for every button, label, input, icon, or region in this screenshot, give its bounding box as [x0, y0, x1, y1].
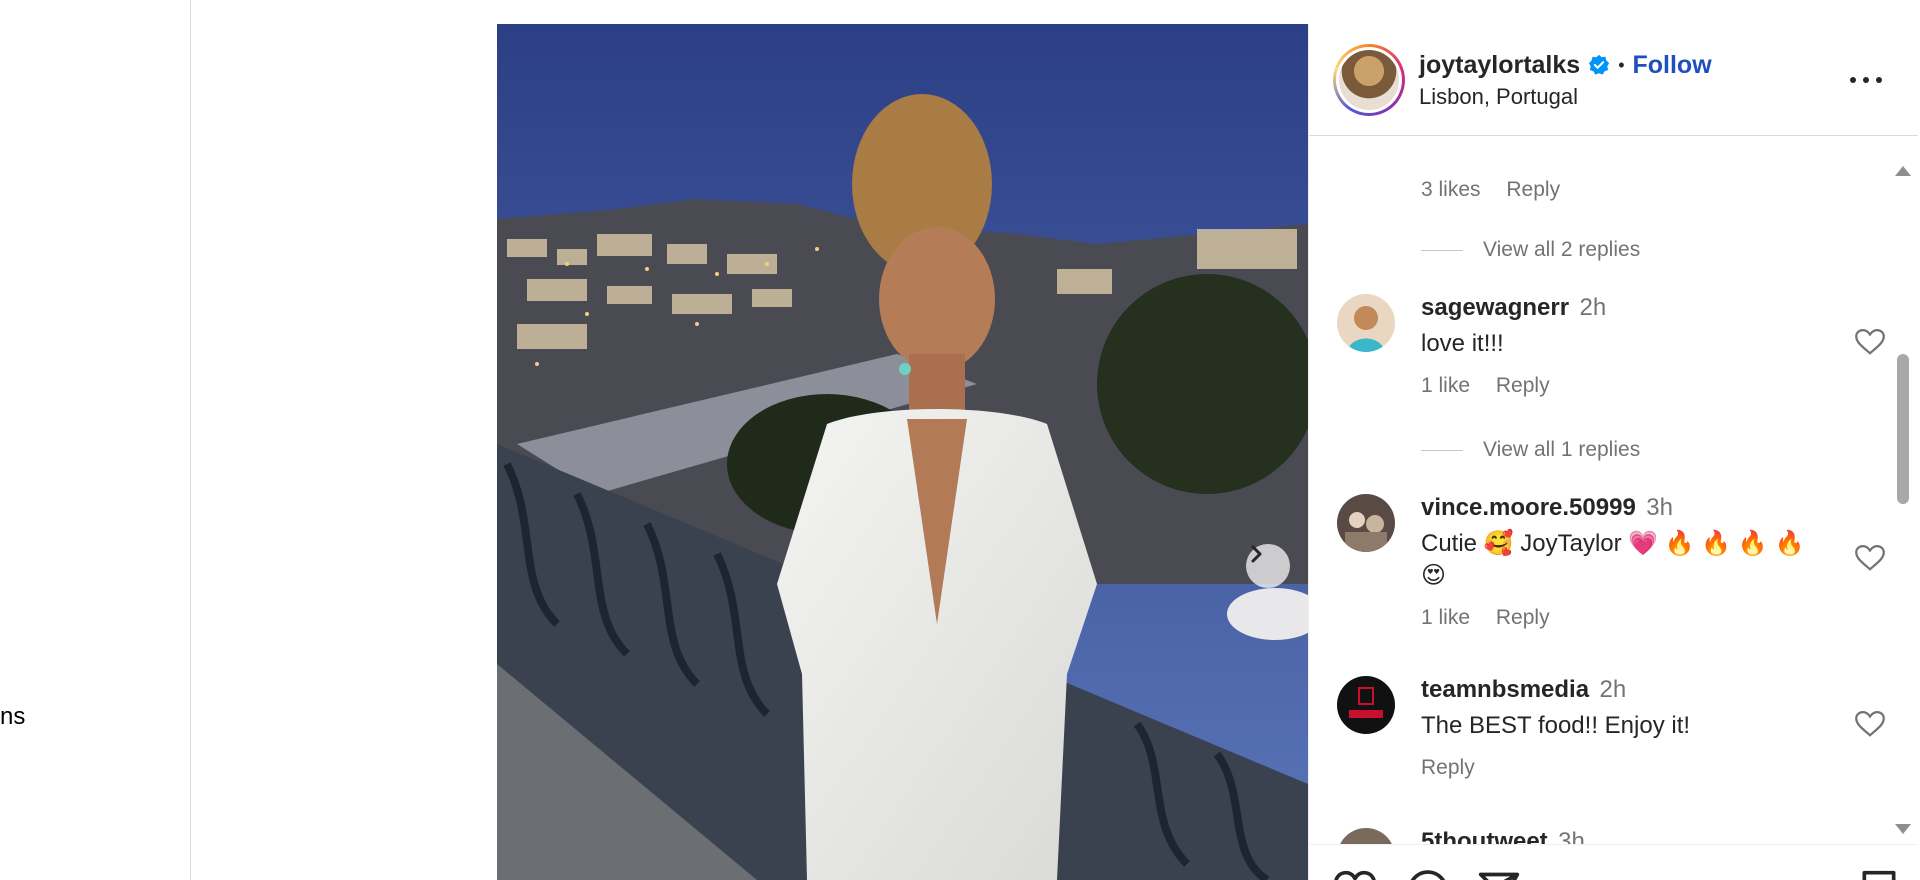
- divider-line: [1421, 249, 1463, 251]
- view-replies-label: View all 2 replies: [1483, 238, 1641, 261]
- like-count: 3 likes: [1421, 178, 1481, 201]
- comment-time[interactable]: 3h: [1646, 494, 1673, 521]
- reply-button[interactable]: Reply: [1496, 374, 1550, 397]
- view-replies-button[interactable]: View all 2 replies: [1421, 238, 1640, 262]
- photo-illustration: [497, 24, 1308, 880]
- commenter-username[interactable]: 5thoutweet: [1421, 828, 1548, 844]
- post-actions: [1309, 844, 1918, 880]
- post-sidebar: joytaylortalks • Follow Lisbon, Portugal…: [1308, 24, 1918, 880]
- comment-text: Cutie 🥰 JoyTaylor 💗 🔥 🔥 🔥 🔥 😍: [1421, 530, 1805, 589]
- verified-icon: [1589, 54, 1610, 75]
- scroll-up-arrow[interactable]: [1895, 166, 1911, 176]
- reply-button[interactable]: Reply: [1506, 178, 1560, 201]
- author-avatar[interactable]: [1333, 43, 1405, 116]
- post-location[interactable]: Lisbon, Portugal: [1419, 84, 1712, 110]
- like-count[interactable]: 1 like: [1421, 374, 1470, 397]
- view-replies-label: View all 1 replies: [1483, 438, 1641, 461]
- post-photo: [497, 24, 1308, 880]
- like-count[interactable]: 1 like: [1421, 606, 1470, 629]
- comment-time[interactable]: 2h: [1580, 294, 1607, 321]
- view-replies-button[interactable]: View all 1 replies: [1421, 438, 1640, 462]
- reply-button[interactable]: Reply: [1421, 756, 1475, 779]
- commenter-avatar[interactable]: [1337, 494, 1395, 552]
- comment-text: The BEST food!! Enjoy it!: [1421, 712, 1691, 739]
- divider-line: [1421, 449, 1463, 451]
- chevron-right-icon: [1251, 545, 1262, 563]
- author-username[interactable]: joytaylortalks: [1419, 50, 1580, 80]
- commenter-username[interactable]: sagewagnerr: [1421, 294, 1569, 321]
- share-icon[interactable]: [1477, 869, 1521, 880]
- more-icon[interactable]: [1850, 68, 1882, 92]
- heart-icon[interactable]: [1855, 544, 1885, 572]
- thread-meta: 3 likes Reply: [1421, 178, 1560, 202]
- scroll-down-arrow[interactable]: [1895, 824, 1911, 834]
- reply-button[interactable]: Reply: [1496, 606, 1550, 629]
- scrollbar-thumb[interactable]: [1897, 354, 1909, 504]
- comments-list[interactable]: 3 likes Reply View all 2 replies sagewag…: [1309, 136, 1918, 844]
- comment-time[interactable]: 2h: [1600, 676, 1627, 703]
- post-header: joytaylortalks • Follow Lisbon, Portugal: [1309, 24, 1918, 136]
- commenter-avatar[interactable]: [1337, 828, 1395, 844]
- left-nav-partial-label[interactable]: ns: [0, 703, 25, 731]
- commenter-username[interactable]: teamnbsmedia: [1421, 676, 1589, 703]
- commenter-avatar[interactable]: [1337, 294, 1395, 352]
- next-photo-button[interactable]: [1246, 544, 1290, 588]
- left-nav: ns: [0, 0, 191, 880]
- heart-icon[interactable]: [1855, 328, 1885, 356]
- comment-text: love it!!!: [1421, 330, 1504, 357]
- comment-icon[interactable]: [1405, 869, 1449, 880]
- follow-button[interactable]: Follow: [1633, 50, 1712, 80]
- post-modal: joytaylortalks • Follow Lisbon, Portugal…: [497, 24, 1918, 880]
- bookmark-icon[interactable]: [1857, 869, 1901, 880]
- comment-time[interactable]: 3h: [1558, 828, 1585, 844]
- commenter-username[interactable]: vince.moore.50999: [1421, 494, 1636, 521]
- heart-icon[interactable]: [1855, 710, 1885, 738]
- commenter-avatar[interactable]: [1337, 676, 1395, 734]
- heart-icon[interactable]: [1333, 869, 1377, 880]
- separator-dot: •: [1618, 54, 1625, 75]
